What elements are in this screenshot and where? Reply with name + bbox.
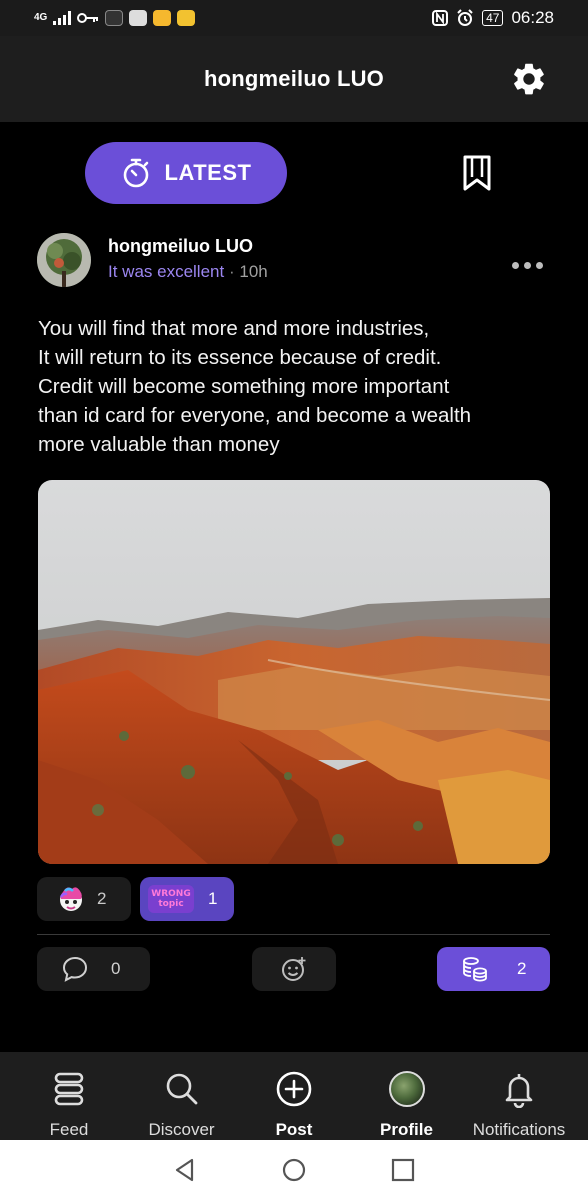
nav-notifications[interactable]: Notifications [464, 1052, 574, 1140]
stopwatch-icon [123, 158, 148, 188]
author-avatar[interactable] [37, 233, 91, 287]
unicorn-emoji-icon [59, 887, 82, 911]
bottom-navigation: Feed Discover Post Profile Notifications [0, 1052, 588, 1140]
nav-label: Profile [380, 1120, 433, 1139]
nav-label: Post [275, 1120, 313, 1139]
system-navigation-bar [0, 1140, 588, 1200]
weibo-icon [153, 10, 172, 26]
back-icon[interactable] [171, 1156, 199, 1184]
latest-tab-button[interactable]: LATEST [85, 142, 287, 204]
nav-label: Discover [148, 1120, 215, 1139]
divider [37, 934, 550, 935]
tip-count: 2 [517, 959, 527, 978]
avatar [388, 1071, 425, 1107]
nav-feed[interactable]: Feed [14, 1052, 124, 1140]
post-text-line: than id card for everyone, and become a … [38, 404, 472, 427]
nav-profile[interactable]: Profile [352, 1052, 462, 1140]
bell-icon [505, 1074, 533, 1108]
landscape-photo [38, 480, 550, 864]
sticker-text: topic [158, 899, 184, 909]
nav-post[interactable]: Post [239, 1052, 349, 1140]
nav-label: Feed [49, 1120, 89, 1139]
reaction-chip-selected[interactable]: WRONG topic 1 [140, 877, 234, 921]
home-icon[interactable] [280, 1156, 308, 1184]
comment-icon [62, 956, 88, 982]
plus-circle-icon [276, 1071, 312, 1107]
search-icon [166, 1073, 197, 1105]
post-text-line: more valuable than money [38, 433, 280, 456]
add-reaction-button[interactable] [252, 947, 336, 991]
alarm-icon [457, 9, 473, 26]
post-text-line: You will find that more and more industr… [38, 317, 430, 340]
reaction-count: 1 [208, 889, 218, 908]
status-bar: 4G 47 06:28 [0, 0, 588, 36]
sticker-text: WRONG [151, 889, 191, 899]
tree-photo-icon [37, 233, 91, 287]
mail-icon [177, 10, 196, 26]
clock: 06:28 [511, 8, 554, 27]
add-emoji-icon [282, 957, 306, 981]
post-text-line: It will return to its essence because of… [38, 346, 442, 369]
feed-icon [54, 1072, 84, 1106]
network-type: 4G [34, 12, 48, 23]
bookmarks-icon[interactable] [460, 154, 494, 192]
battery-level: 47 [482, 10, 504, 26]
meta-separator: · [228, 262, 235, 281]
reaction-count: 2 [97, 889, 107, 908]
recents-icon[interactable] [389, 1156, 417, 1184]
post-meta: It was excellent · 10h [108, 262, 268, 282]
nfc-icon [432, 10, 449, 26]
comment-button[interactable]: 0 [37, 947, 150, 991]
settings-gear-icon[interactable] [510, 60, 548, 98]
signal-icon [53, 11, 72, 25]
comment-count: 0 [111, 959, 121, 978]
post-image[interactable] [38, 480, 550, 864]
post-text: You will find that more and more industr… [38, 314, 558, 459]
nav-label: Notifications [472, 1120, 566, 1139]
key-icon [77, 13, 99, 23]
page-title: hongmeiluo LUO [203, 66, 384, 91]
reaction-chip[interactable]: 2 [37, 877, 131, 921]
coins-icon [463, 957, 487, 982]
post-text-line: Credit will become something more import… [38, 375, 450, 398]
app-notification-icon [105, 10, 124, 26]
nav-discover[interactable]: Discover [127, 1052, 237, 1140]
post-author-name[interactable]: hongmeiluo LUO [108, 236, 253, 257]
tip-coins-button[interactable]: 2 [437, 947, 550, 991]
wrong-topic-sticker-icon: WRONG topic [148, 885, 194, 913]
more-options-icon[interactable] [512, 258, 548, 272]
post-time: 10h [239, 262, 268, 281]
app-notification-icon [129, 10, 148, 26]
post-topic[interactable]: It was excellent [108, 262, 224, 281]
latest-tab-label: LATEST [164, 160, 252, 185]
app-header: hongmeiluo LUO [0, 36, 588, 122]
